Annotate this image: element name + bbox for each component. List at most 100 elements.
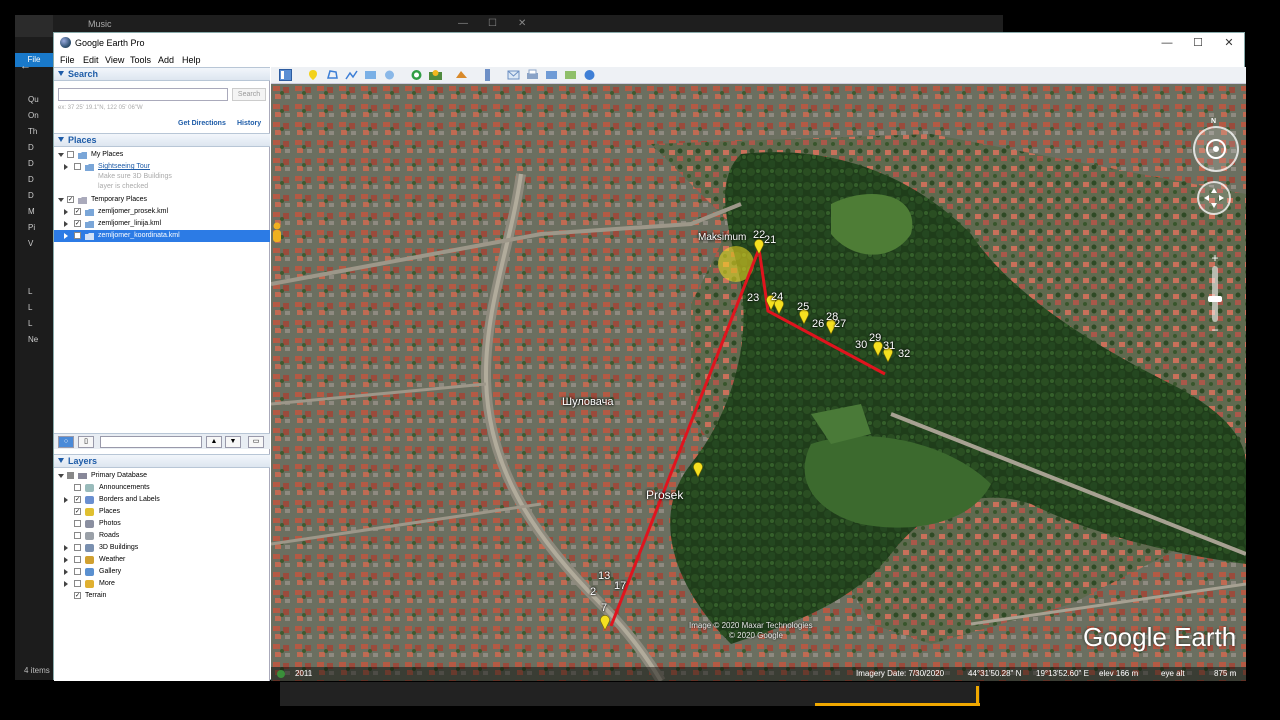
minimize-button[interactable]: —	[1152, 35, 1182, 51]
layer-checkbox[interactable]	[74, 580, 81, 587]
compass-north-label[interactable]: N	[1211, 118, 1216, 125]
menu-help[interactable]: Help	[182, 55, 201, 65]
street-view-pegman-icon[interactable]	[271, 222, 283, 244]
tree-layer-gallery[interactable]: Gallery	[54, 566, 270, 578]
tree-layer-announcements[interactable]: Announcements	[54, 482, 270, 494]
place-label-maksimum[interactable]: Maksimum	[698, 232, 746, 243]
expand-arrow-icon[interactable]	[58, 474, 64, 478]
sunlight-icon[interactable]	[429, 69, 442, 81]
tree-kml-linija[interactable]: ✓ zemljomer_linija.kml	[54, 218, 270, 230]
expand-arrow-icon[interactable]	[64, 164, 68, 170]
search-input[interactable]	[58, 88, 228, 101]
expand-arrow-icon[interactable]	[64, 233, 68, 239]
move-control[interactable]	[1197, 181, 1231, 215]
menu-tools[interactable]: Tools	[130, 55, 151, 65]
zoom-in-button[interactable]: +	[1207, 252, 1223, 264]
placemark-number-label[interactable]: 26	[812, 318, 824, 330]
placemark-number-label[interactable]: 2	[590, 586, 596, 598]
tree-layer-places[interactable]: ✓ Places	[54, 506, 270, 518]
expand-arrow-icon[interactable]	[64, 569, 68, 575]
web-globe-icon[interactable]	[583, 69, 596, 81]
places-filter-input[interactable]	[100, 436, 202, 448]
expand-arrow-icon[interactable]	[64, 581, 68, 587]
add-placemark-icon[interactable]	[307, 69, 320, 81]
layer-checkbox[interactable]	[74, 484, 81, 491]
tree-kml-prosek[interactable]: ✓ zemljomer_prosek.kml	[54, 206, 270, 218]
placemark-number-label[interactable]: 30	[855, 339, 867, 351]
add-image-overlay-icon[interactable]	[364, 69, 377, 81]
place-label-prosek[interactable]: Prosek	[646, 488, 683, 502]
search-section-header[interactable]: Search	[54, 67, 270, 81]
temporary-places-checkbox[interactable]: ✓	[67, 196, 74, 203]
tree-layer-more[interactable]: More	[54, 578, 270, 590]
map-view[interactable]: 22 21 23 24 25 26 27 28 29 30 31 32 13 17 2 7 Maksimum …	[271, 84, 1246, 681]
explorer-tree-item[interactable]: M	[28, 204, 54, 220]
menu-file[interactable]: File	[60, 55, 75, 65]
add-polygon-icon[interactable]	[326, 69, 339, 81]
print-icon[interactable]	[526, 69, 539, 81]
placemark-number-label[interactable]: 21	[764, 234, 776, 246]
placemark-number-label[interactable]: 13	[598, 570, 610, 582]
explorer-tree-item[interactable]: D	[28, 188, 54, 204]
placemark-number-label[interactable]: 32	[898, 348, 910, 360]
tree-layer-weather[interactable]: Weather	[54, 554, 270, 566]
menu-edit[interactable]: Edit	[83, 55, 99, 65]
placemark-number-label[interactable]: 23	[747, 292, 759, 304]
history-link[interactable]: History	[237, 120, 261, 127]
tree-layer-photos[interactable]: Photos	[54, 518, 270, 530]
explorer-tree-item[interactable]: D	[28, 172, 54, 188]
explorer-tree-item[interactable]: Ne	[28, 332, 54, 348]
explorer-tree-item[interactable]: L	[28, 316, 54, 332]
tree-layer-3d-buildings[interactable]: 3D Buildings	[54, 542, 270, 554]
ruler-icon[interactable]	[481, 69, 494, 81]
placemark-number-label[interactable]: 28	[826, 311, 838, 323]
tree-my-places[interactable]: My Places	[54, 149, 270, 161]
explorer-tree-item[interactable]: Th	[28, 124, 54, 140]
explorer-tree-item[interactable]	[28, 252, 54, 268]
tree-layer-terrain[interactable]: ✓ Terrain	[54, 590, 270, 602]
expand-arrow-icon[interactable]	[64, 545, 68, 551]
explorer-tree-item[interactable]: L	[28, 300, 54, 316]
layer-checkbox[interactable]	[74, 544, 81, 551]
placemark-number-label[interactable]: 25	[797, 301, 809, 313]
layer-checkbox[interactable]	[74, 520, 81, 527]
kml-linija-checkbox[interactable]: ✓	[74, 220, 81, 227]
save-image-icon[interactable]	[545, 69, 558, 81]
search-button[interactable]: Search	[232, 88, 266, 101]
view-in-maps-icon[interactable]	[564, 69, 577, 81]
expand-arrow-icon[interactable]	[58, 198, 64, 202]
terrain-checkbox[interactable]: ✓	[74, 592, 81, 599]
historical-imagery-icon[interactable]	[410, 69, 423, 81]
new-folder-icon[interactable]: ▭	[248, 436, 264, 448]
get-directions-link[interactable]: Get Directions	[178, 120, 226, 127]
expand-arrow-icon[interactable]	[58, 153, 64, 157]
explorer-tree-item[interactable]: D	[28, 140, 54, 156]
primary-database-checkbox[interactable]	[67, 472, 74, 479]
places-search-icon[interactable]: ○	[58, 436, 74, 448]
tree-layer-roads[interactable]: Roads	[54, 530, 270, 542]
zoom-out-button[interactable]: −	[1207, 324, 1223, 336]
menu-view[interactable]: View	[105, 55, 124, 65]
places-panel-toggle-icon[interactable]: ▯	[78, 436, 94, 448]
zoom-slider-thumb[interactable]	[1208, 296, 1222, 302]
zoom-slider[interactable]	[1212, 266, 1218, 322]
tree-layer-borders-and-labels[interactable]: ✓ Borders and Labels	[54, 494, 270, 506]
imagery-year[interactable]: 2011	[295, 669, 312, 678]
add-path-icon[interactable]	[345, 69, 358, 81]
historical-imagery-clock-icon[interactable]	[277, 670, 285, 678]
maximize-button[interactable]: ☐	[1183, 35, 1213, 51]
expand-arrow-icon[interactable]	[64, 557, 68, 563]
satellite-imagery[interactable]	[271, 84, 1246, 681]
explorer-tree-item[interactable]: Pi	[28, 220, 54, 236]
record-tour-icon[interactable]	[383, 69, 396, 81]
look-around-control[interactable]	[1193, 126, 1239, 172]
placemark-number-label[interactable]: 31	[883, 340, 895, 352]
explorer-back-arrow-icon[interactable]: ←	[20, 60, 31, 72]
placemark-number-label[interactable]: 7	[601, 602, 607, 614]
explorer-tree-item[interactable]: On	[28, 108, 54, 124]
move-up-icon[interactable]: ▲	[206, 436, 222, 448]
sidebar-toggle-icon[interactable]	[279, 69, 292, 81]
layer-checkbox[interactable]	[74, 532, 81, 539]
explorer-tree-item[interactable]: L	[28, 284, 54, 300]
places-section-header[interactable]: Places	[54, 133, 270, 147]
